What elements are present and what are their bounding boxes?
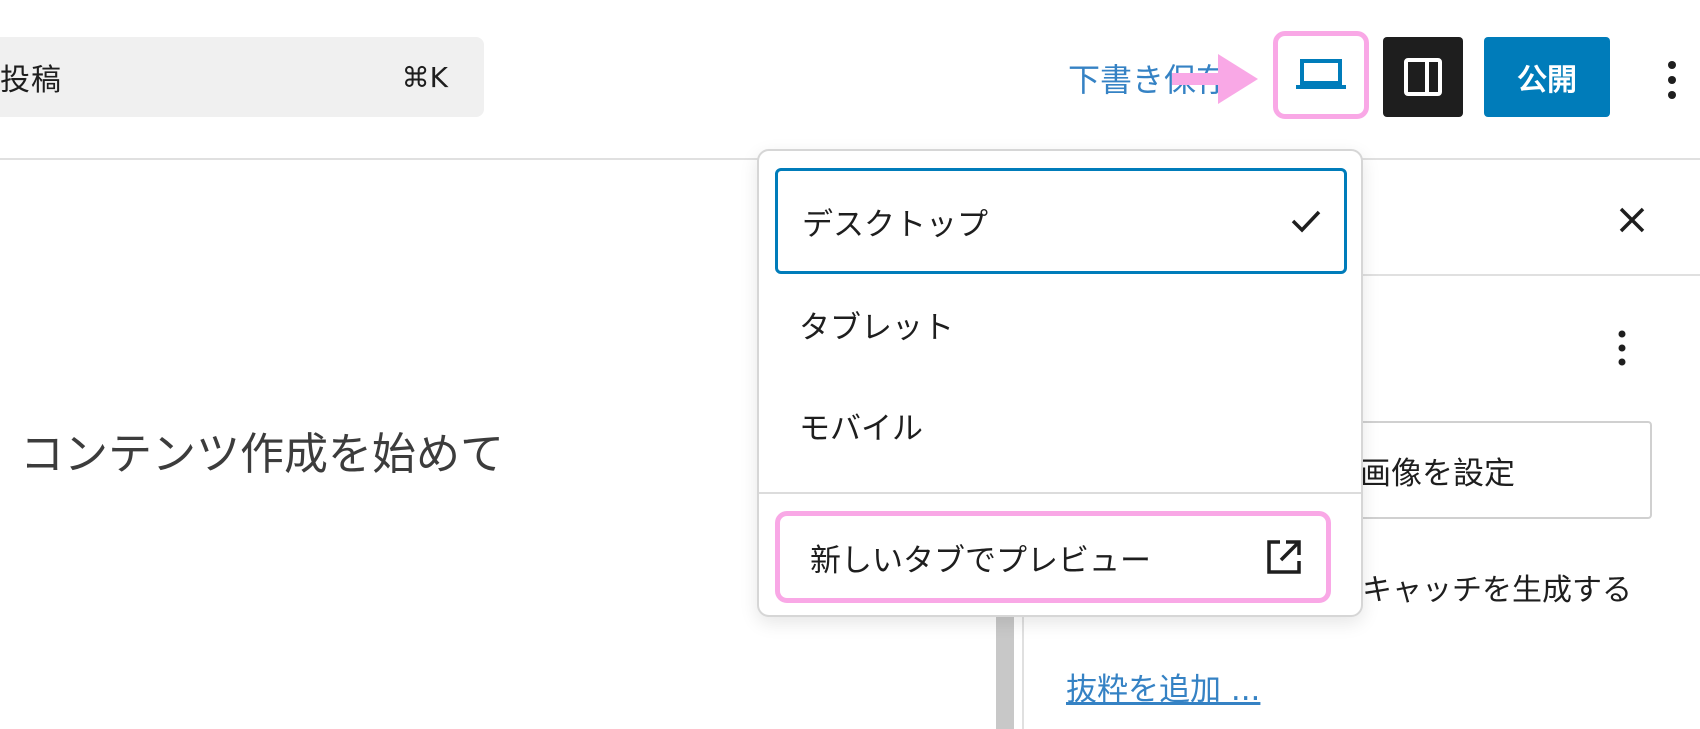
menu-item-mobile[interactable]: モバイル [775,372,1347,478]
command-palette-bar[interactable]: 投稿 ⌘K [0,37,484,117]
preview-in-new-tab[interactable]: 新しいタブでプレビュー [775,511,1331,603]
preview-dropdown-menu: デスクトップ タブレット モバイル 新しいタブでプレビュー [757,149,1363,617]
shortcut-hint: ⌘K [401,60,448,94]
block-placeholder[interactable]: コンテンツ作成を始めて [20,418,504,482]
add-excerpt-link[interactable]: 抜粋を追加 ... [1066,664,1260,709]
document-title: 投稿 [0,63,62,98]
close-icon [1619,207,1645,233]
menu-divider [759,492,1361,494]
menu-item-desktop[interactable]: デスクトップ [775,168,1347,274]
settings-sidebar-toggle[interactable] [1383,37,1463,117]
external-link-icon [1267,540,1301,574]
menu-item-tablet[interactable]: タブレット [775,271,1347,377]
more-options-button[interactable] [1650,50,1694,110]
vertical-ellipsis-icon [1618,330,1626,366]
menu-item-label: モバイル [799,410,923,447]
sidebar-panel-icon [1404,58,1442,96]
check-icon [1291,210,1321,233]
pointer-arrow-annotation [1172,54,1258,104]
set-featured-image-button[interactable]: 画像を設定 [1330,421,1652,519]
laptop-icon [1296,59,1346,89]
scrollbar[interactable] [996,612,1014,729]
sidebar-section-divider [1362,274,1700,276]
featured-image-label: 画像を設定 [1360,455,1515,492]
preview-button[interactable] [1273,31,1369,119]
generate-eyecatch-link[interactable]: キャッチを生成する [1362,565,1632,609]
close-sidebar-button[interactable] [1608,196,1656,244]
panel-options-button[interactable] [1602,322,1642,374]
publish-button[interactable]: 公開 [1484,37,1610,117]
menu-item-label: 新しいタブでプレビュー [810,542,1151,579]
menu-item-label: デスクトップ [802,206,988,243]
menu-item-label: タブレット [799,309,954,346]
vertical-ellipsis-icon [1668,61,1676,99]
